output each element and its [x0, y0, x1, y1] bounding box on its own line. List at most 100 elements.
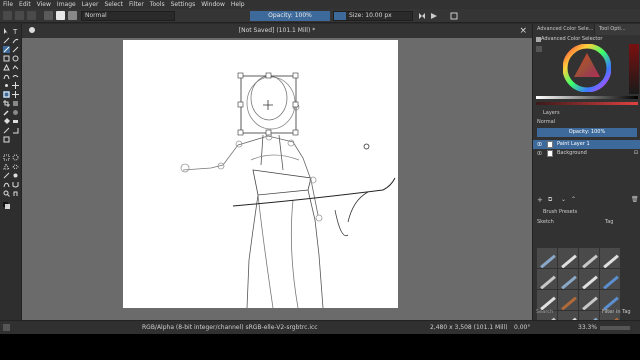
gradient-icon[interactable]: [44, 11, 53, 20]
brush-preset[interactable]: [537, 248, 557, 268]
brush-preset[interactable]: [558, 269, 578, 289]
open-document-icon[interactable]: [15, 11, 24, 20]
menu-help[interactable]: Help: [231, 1, 245, 8]
measure-tool-icon[interactable]: [12, 127, 19, 134]
polygonal-selection-icon[interactable]: [3, 162, 10, 170]
brush-preset[interactable]: [558, 248, 578, 268]
rectangle-tool-icon[interactable]: [3, 55, 10, 62]
wrap-around-icon[interactable]: [450, 12, 458, 20]
move-tool-icon[interactable]: [12, 91, 19, 98]
rectangular-selection-icon[interactable]: [3, 154, 10, 161]
pattern-icon[interactable]: [56, 11, 65, 20]
tab-tool-options[interactable]: Tool Opti...: [595, 24, 640, 35]
similar-color-selection-icon[interactable]: [12, 172, 19, 179]
crop-tool-icon[interactable]: [3, 100, 10, 107]
lock-icon[interactable]: ⊡: [634, 149, 638, 158]
tab-advanced-color-selector[interactable]: Advanced Color Sele...: [533, 24, 595, 35]
visibility-icon[interactable]: [537, 142, 542, 146]
color-history-swatch[interactable]: [536, 46, 542, 52]
layer-row-paint-layer-1[interactable]: Paint Layer 1: [533, 140, 640, 149]
multibrush-icon[interactable]: [12, 82, 19, 89]
brush-preset[interactable]: [579, 248, 599, 268]
text-tool-icon[interactable]: T: [12, 28, 19, 36]
menu-settings[interactable]: Settings: [171, 1, 196, 8]
reference-image-icon[interactable]: [3, 136, 10, 143]
close-document-icon[interactable]: ×: [519, 24, 527, 38]
add-layer-icon[interactable]: +: [537, 196, 543, 204]
brush-tag-select[interactable]: Sketch: [537, 219, 597, 226]
menu-view[interactable]: View: [37, 1, 51, 8]
size-slider[interactable]: Size: 10.00 px: [333, 11, 413, 21]
saturation-slider[interactable]: [536, 102, 638, 105]
opacity-slider[interactable]: Opacity: 100%: [250, 11, 330, 21]
brush-search-input[interactable]: Search: [536, 308, 596, 316]
freehand-selection-icon[interactable]: [12, 163, 19, 170]
document-tab[interactable]: [Not Saved] (101.1 Mill) * ×: [22, 24, 532, 38]
elliptical-selection-icon[interactable]: [12, 154, 19, 161]
brush-preset[interactable]: [600, 290, 620, 310]
color-patches-strip[interactable]: [629, 44, 639, 94]
zoom-tool-icon[interactable]: [3, 190, 10, 197]
menu-window[interactable]: Window: [201, 1, 225, 8]
drawing-canvas[interactable]: [123, 40, 398, 309]
zoom-slider[interactable]: [600, 326, 630, 330]
color-picker-icon[interactable]: [3, 109, 10, 116]
filter-in-tag-checkbox[interactable]: Filter in Tag: [602, 308, 640, 316]
move-layer-up-icon[interactable]: ⌃: [571, 196, 576, 203]
ellipse-tool-icon[interactable]: [12, 55, 19, 62]
bezier-tool-icon[interactable]: [3, 73, 10, 80]
visibility-icon[interactable]: [537, 151, 542, 155]
save-icon[interactable]: [27, 11, 36, 20]
layer-row-background[interactable]: Background ⊡: [533, 149, 640, 158]
menu-edit[interactable]: Edit: [19, 1, 31, 8]
blend-mode-select[interactable]: Normal: [81, 10, 175, 21]
brush-preset[interactable]: [600, 269, 620, 289]
menu-file[interactable]: File: [3, 1, 13, 8]
move-layer-down-icon[interactable]: ⌄: [561, 196, 566, 203]
layers-opacity-slider[interactable]: Opacity: 100%: [537, 128, 637, 137]
polygon-tool-icon[interactable]: [3, 63, 10, 71]
menu-tools[interactable]: Tools: [150, 1, 165, 8]
menu-filter[interactable]: Filter: [129, 1, 144, 8]
menu-select[interactable]: Select: [104, 1, 123, 8]
menu-layer[interactable]: Layer: [82, 1, 99, 8]
brush-preset[interactable]: [537, 269, 557, 289]
contiguous-selection-icon[interactable]: [3, 172, 10, 179]
brush-preset[interactable]: [579, 269, 599, 289]
select-shapes-icon[interactable]: [3, 28, 10, 35]
brush-preset[interactable]: [600, 248, 620, 268]
brush-preset[interactable]: [537, 290, 557, 310]
mirror-horizontal-icon[interactable]: [418, 12, 426, 20]
polyline-tool-icon[interactable]: [12, 64, 19, 71]
freehand-brush-icon[interactable]: [3, 46, 10, 53]
zoom-value[interactable]: 33.3%: [578, 324, 597, 331]
menu-image[interactable]: Image: [57, 1, 76, 8]
pan-tool-icon[interactable]: [12, 190, 19, 197]
brush-preset-icon[interactable]: [68, 11, 77, 20]
magnetic-selection-icon[interactable]: [12, 181, 19, 188]
color-selector-settings-icon[interactable]: [536, 37, 541, 42]
brush-preset[interactable]: [579, 290, 599, 310]
freehand-path-icon[interactable]: [12, 73, 19, 80]
bezier-selection-icon[interactable]: [3, 181, 10, 188]
brush-preset[interactable]: [558, 290, 578, 310]
color-wheel[interactable]: [563, 44, 611, 92]
transform-tool-icon[interactable]: [3, 91, 10, 98]
brush-tag-dropdown[interactable]: Tag: [605, 219, 635, 226]
dynamic-brush-icon[interactable]: [3, 82, 10, 89]
line-tool-icon[interactable]: [12, 46, 19, 53]
edit-shapes-icon[interactable]: [3, 37, 10, 44]
duplicate-layer-icon[interactable]: ⧉: [548, 196, 552, 204]
mirror-vertical-icon[interactable]: [430, 12, 438, 20]
assistant-tool-icon[interactable]: [3, 127, 10, 134]
smart-patch-icon[interactable]: [12, 118, 19, 125]
delete-layer-icon[interactable]: 🗑: [631, 196, 639, 203]
layers-blend-mode[interactable]: Normal: [537, 119, 597, 126]
gradient-tool-icon[interactable]: [12, 100, 19, 107]
colorize-mask-icon[interactable]: [12, 109, 19, 116]
rotation-value[interactable]: 0.00°: [514, 324, 530, 331]
new-document-icon[interactable]: [3, 11, 12, 20]
calligraphy-icon[interactable]: [12, 37, 19, 44]
value-slider[interactable]: [536, 96, 638, 99]
fill-tool-icon[interactable]: [3, 118, 10, 125]
